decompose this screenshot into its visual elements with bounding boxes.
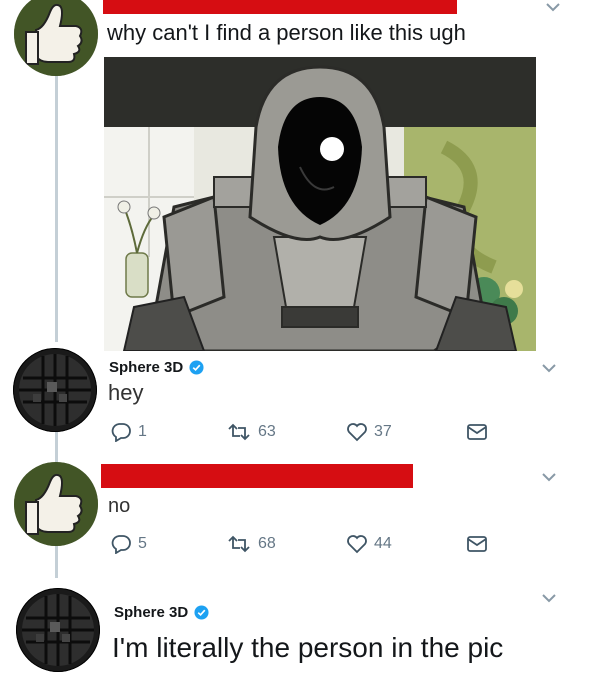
thumbs-up-avatar-image	[14, 0, 98, 76]
avatar-thumbs-up[interactable]	[14, 462, 98, 546]
reply-count: 1	[138, 423, 147, 440]
tweet-text: I'm literally the person in the pic	[112, 632, 504, 663]
reply-count: 5	[138, 535, 147, 552]
reply-button[interactable]: 1	[110, 422, 147, 442]
reply-icon	[111, 535, 131, 554]
mail-icon	[467, 424, 487, 440]
dm-button[interactable]	[466, 422, 488, 442]
redacted-author-name	[101, 464, 413, 488]
redacted-author-name	[103, 0, 457, 14]
tweet-text: hey	[108, 380, 144, 405]
hooded-figure-illustration	[104, 57, 536, 351]
sphere-avatar-image	[13, 348, 97, 432]
author-name[interactable]: Sphere 3D	[109, 359, 204, 376]
like-button[interactable]: 44	[346, 534, 392, 554]
author-display-name[interactable]: Sphere 3D	[114, 604, 188, 621]
dm-button[interactable]	[466, 534, 488, 554]
retweet-icon	[228, 423, 250, 441]
chevron-down-icon[interactable]	[541, 472, 557, 482]
retweet-count: 68	[258, 535, 276, 552]
author-display-name[interactable]: Sphere 3D	[109, 359, 183, 376]
heart-icon	[347, 535, 367, 554]
avatar-sphere[interactable]	[16, 588, 100, 672]
tweet-media-image[interactable]	[104, 57, 536, 351]
retweet-count: 63	[258, 423, 276, 440]
verified-badge-icon	[189, 360, 204, 375]
avatar-sphere[interactable]	[13, 348, 97, 432]
reply-icon	[111, 423, 131, 442]
retweet-button[interactable]: 68	[226, 534, 276, 554]
verified-badge-icon	[194, 605, 209, 620]
tweet-text: why can't I find a person like this ugh	[107, 20, 466, 45]
like-count: 37	[374, 423, 392, 440]
sphere-avatar-image	[16, 588, 100, 672]
chevron-down-icon[interactable]	[541, 363, 557, 373]
reply-button[interactable]: 5	[110, 534, 147, 554]
tweet-text: no	[108, 495, 131, 517]
retweet-icon	[228, 535, 250, 553]
author-name[interactable]: Sphere 3D	[114, 604, 209, 621]
chevron-down-icon[interactable]	[541, 593, 557, 603]
like-count: 44	[374, 535, 392, 552]
heart-icon	[347, 423, 367, 442]
mail-icon	[467, 536, 487, 552]
chevron-down-icon[interactable]	[545, 2, 561, 12]
like-button[interactable]: 37	[346, 422, 392, 442]
avatar-thumbs-up[interactable]	[14, 0, 98, 76]
retweet-button[interactable]: 63	[226, 422, 276, 442]
thumbs-up-avatar-image	[14, 462, 98, 546]
